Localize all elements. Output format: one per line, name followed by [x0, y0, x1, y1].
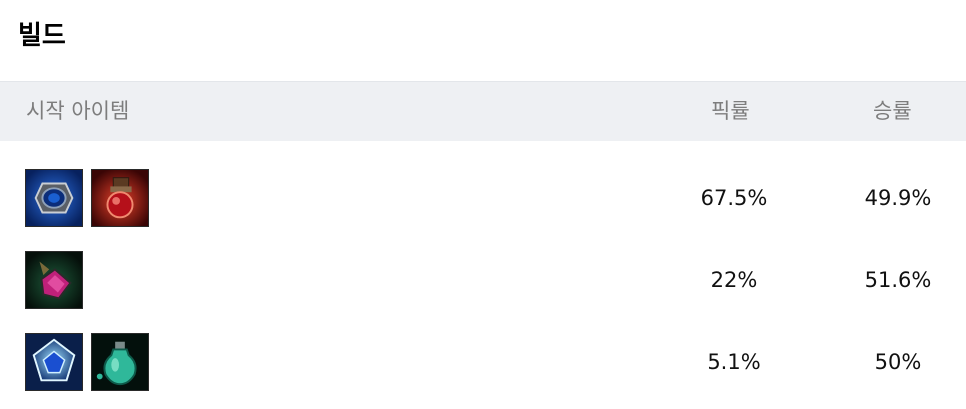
table-row: 67.5% 49.9% [0, 169, 966, 229]
table-header: 시작 아이템 픽률 승률 [0, 81, 966, 141]
build-panel: 빌드 시작 아이템 픽률 승률 67.5% 49.9% 22% 51.6% 5.… [0, 0, 966, 409]
refillable-potion-item-icon[interactable] [91, 333, 149, 391]
ring-item-icon[interactable] [25, 169, 83, 227]
health-potion-bag-item-icon[interactable] [91, 169, 149, 227]
column-header-win-rate[interactable]: 승률 [873, 96, 912, 126]
item-icons [25, 251, 83, 309]
blue-crystal-item-icon[interactable] [25, 333, 83, 391]
column-header-starting-items: 시작 아이템 [26, 99, 130, 123]
section-title: 빌드 [18, 21, 66, 51]
win-rate: 51.6% [864, 268, 932, 292]
pick-rate: 5.1% [707, 350, 761, 374]
win-rate: 50% [874, 350, 922, 374]
table-row: 22% 51.6% [0, 251, 966, 311]
item-icons [25, 169, 149, 227]
win-rate: 49.9% [864, 186, 932, 210]
column-header-pick-rate[interactable]: 픽률 [711, 96, 750, 126]
corrupting-potion-item-icon[interactable] [25, 251, 83, 309]
table-row: 5.1% 50% [0, 333, 966, 393]
pick-rate: 22% [710, 268, 758, 292]
pick-rate: 67.5% [700, 186, 768, 210]
item-icons [25, 333, 149, 391]
